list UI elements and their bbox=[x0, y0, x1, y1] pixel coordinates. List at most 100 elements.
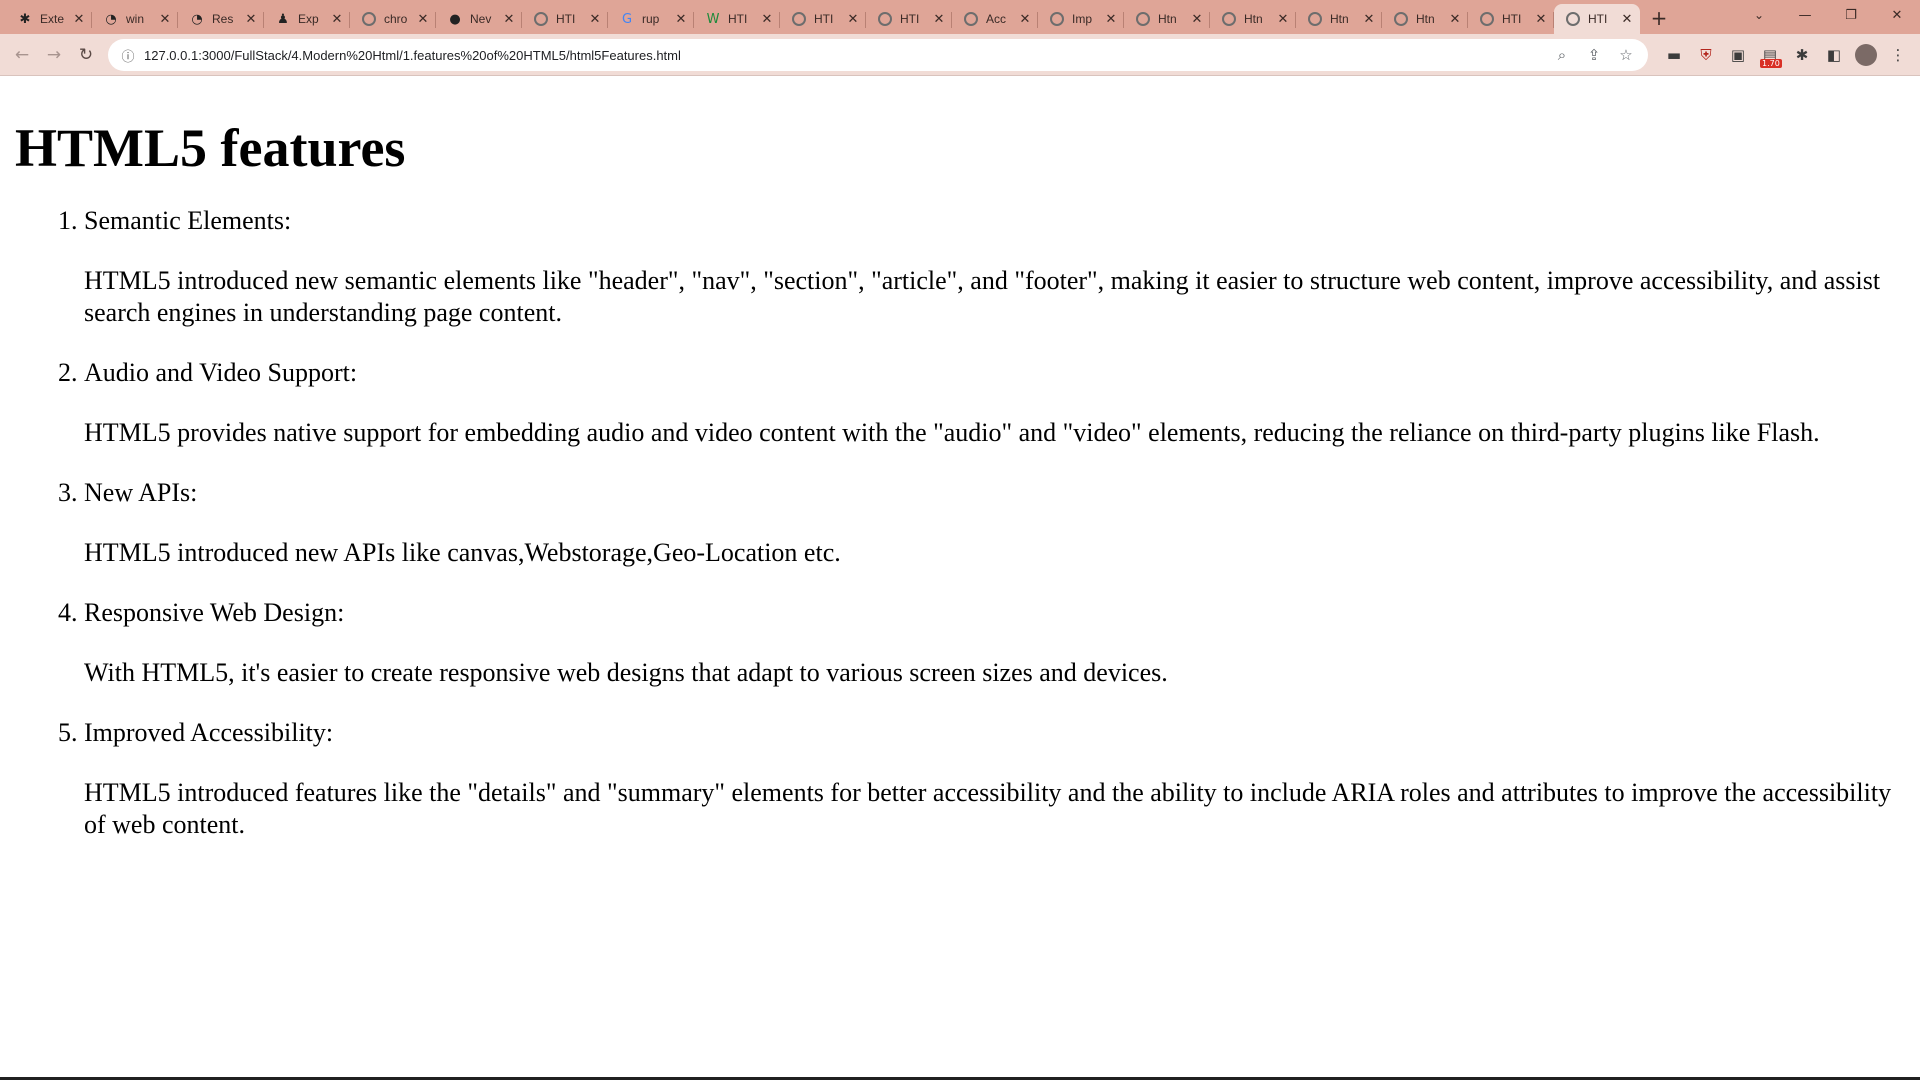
feature-title: Improved Accessibility: bbox=[84, 718, 334, 748]
tab[interactable]: ✱ Exte ✕ bbox=[6, 5, 92, 33]
side-panel-icon[interactable]: ◧ bbox=[1818, 46, 1850, 64]
tab[interactable]: Acc ✕ bbox=[952, 5, 1038, 33]
tab-close-icon[interactable]: ✕ bbox=[760, 12, 774, 27]
tab-close-icon[interactable]: ✕ bbox=[932, 12, 946, 27]
feature-description: With HTML5, it's easier to create respon… bbox=[84, 658, 1168, 688]
tab-title: Nev bbox=[470, 12, 492, 26]
tab[interactable]: W HTI ✕ bbox=[694, 5, 780, 33]
tab-title: Htn bbox=[1330, 12, 1349, 26]
globe-icon bbox=[362, 12, 376, 26]
tab[interactable]: Htn ✕ bbox=[1296, 5, 1382, 33]
tab[interactable]: ♟ Exp ✕ bbox=[264, 5, 350, 33]
tab-close-icon[interactable]: ✕ bbox=[588, 12, 602, 27]
tab[interactable]: Htn ✕ bbox=[1210, 5, 1296, 33]
globe-icon bbox=[792, 12, 806, 26]
list-item: Improved Accessibility: HTML5 introduced… bbox=[84, 717, 1920, 841]
features-list: Semantic Elements: HTML5 introduced new … bbox=[15, 205, 1920, 841]
globe-icon bbox=[1308, 12, 1322, 26]
bookmark-star-icon[interactable]: ☆ bbox=[1610, 46, 1642, 64]
tab[interactable]: Grup ✕ bbox=[608, 5, 694, 33]
tab-title: Htn bbox=[1244, 12, 1263, 26]
extensions-area: ▬ ⛨ ▣ ▤ 1.70 ✱ ◧ ⋮ bbox=[1658, 34, 1914, 76]
extension-keyboard-icon[interactable]: ▬ bbox=[1658, 46, 1690, 64]
tab[interactable]: HTI ✕ bbox=[522, 5, 608, 33]
tab-title: Exp bbox=[298, 12, 319, 26]
list-item: Responsive Web Design: With HTML5, it's … bbox=[84, 597, 1920, 689]
puzzle-icon: ✱ bbox=[19, 11, 31, 27]
tab[interactable]: Htn ✕ bbox=[1124, 5, 1210, 33]
site-info-icon[interactable]: ⓘ bbox=[112, 46, 144, 65]
tab-close-icon[interactable]: ✕ bbox=[1620, 12, 1634, 27]
forward-icon[interactable]: → bbox=[38, 39, 70, 71]
tab[interactable]: HTI ✕ bbox=[1554, 4, 1640, 34]
list-item: Semantic Elements: HTML5 introduced new … bbox=[84, 205, 1920, 329]
extension-badge-icon[interactable]: ▤ 1.70 bbox=[1754, 46, 1786, 68]
tab-close-icon[interactable]: ✕ bbox=[1190, 12, 1204, 27]
tab-title: chro bbox=[384, 12, 408, 26]
profile-avatar[interactable] bbox=[1855, 44, 1877, 66]
menu-dots-icon[interactable]: ⋮ bbox=[1882, 46, 1914, 64]
tab[interactable]: HTI ✕ bbox=[780, 5, 866, 33]
tab-title: rup bbox=[642, 12, 660, 26]
share-icon[interactable]: ⇪ bbox=[1578, 46, 1610, 64]
page-content: HTML5 features Semantic Elements: HTML5 … bbox=[0, 77, 1920, 1077]
tab-close-icon[interactable]: ✕ bbox=[674, 12, 688, 27]
reload-icon[interactable]: ↻ bbox=[70, 39, 102, 71]
tab-close-icon[interactable]: ✕ bbox=[330, 12, 344, 27]
tab-close-icon[interactable]: ✕ bbox=[416, 12, 430, 27]
new-tab-icon[interactable]: + bbox=[1644, 3, 1674, 33]
tab[interactable]: ◔ Res ✕ bbox=[178, 5, 264, 33]
browser-toolbar: ← → ↻ ⓘ 127.0.0.1:3000/FullStack/4.Moder… bbox=[0, 34, 1920, 76]
back-icon[interactable]: ← bbox=[6, 39, 38, 71]
tab-title: HTI bbox=[1502, 12, 1522, 26]
address-bar[interactable]: ⓘ 127.0.0.1:3000/FullStack/4.Modern%20Ht… bbox=[108, 39, 1648, 71]
globe-icon bbox=[964, 12, 978, 26]
tab-close-icon[interactable]: ✕ bbox=[1276, 12, 1290, 27]
feature-title: Semantic Elements: bbox=[84, 206, 292, 236]
address-bar-url[interactable]: 127.0.0.1:3000/FullStack/4.Modern%20Html… bbox=[144, 48, 681, 63]
tab-title: win bbox=[126, 12, 145, 26]
tab-title: HTI bbox=[556, 12, 576, 26]
tab[interactable]: HTI ✕ bbox=[866, 5, 952, 33]
tab-close-icon[interactable]: ✕ bbox=[846, 12, 860, 27]
feature-description: HTML5 introduced new semantic elements l… bbox=[84, 266, 1881, 328]
window-controls: — ❐ ✕ bbox=[1782, 0, 1920, 30]
tab-close-icon[interactable]: ✕ bbox=[1534, 12, 1548, 27]
tab-close-icon[interactable]: ✕ bbox=[158, 12, 172, 27]
tab[interactable]: ◔ win ✕ bbox=[92, 5, 178, 33]
tab-close-icon[interactable]: ✕ bbox=[1362, 12, 1376, 27]
tab-title: Htn bbox=[1416, 12, 1435, 26]
tab-close-icon[interactable]: ✕ bbox=[1448, 12, 1462, 27]
github-icon: ● bbox=[449, 11, 461, 27]
page-title: HTML5 features bbox=[15, 118, 406, 178]
tab-title: HTI bbox=[1588, 12, 1608, 26]
address-bar-actions: ⌕ ⇪ ☆ bbox=[1546, 39, 1642, 71]
tab-title: HTI bbox=[728, 12, 748, 26]
tab[interactable]: Htn ✕ bbox=[1382, 5, 1468, 33]
tab-close-icon[interactable]: ✕ bbox=[244, 12, 258, 27]
globe-icon bbox=[1222, 12, 1236, 26]
tab-title: Exte bbox=[40, 12, 65, 26]
tab-close-icon[interactable]: ✕ bbox=[502, 12, 516, 27]
feature-title: New APIs: bbox=[84, 478, 198, 508]
zoom-icon[interactable]: ⌕ bbox=[1546, 46, 1578, 64]
tab[interactable]: ● Nev ✕ bbox=[436, 5, 522, 33]
tab-close-icon[interactable]: ✕ bbox=[1104, 12, 1118, 27]
tab-list: ✱ Exte ✕ ◔ win ✕ ◔ Res ✕ ♟ Exp ✕ chro ✕ ● Nev ✕ HTI ✕ Grup ✕… bbox=[0, 0, 1674, 34]
tab[interactable]: HTI ✕ bbox=[1468, 5, 1554, 33]
site-icon: ◔ bbox=[105, 11, 117, 27]
extension-shield-icon[interactable]: ⛨ bbox=[1690, 46, 1722, 64]
close-window-icon[interactable]: ✕ bbox=[1874, 0, 1920, 30]
restore-icon[interactable]: ❐ bbox=[1828, 0, 1874, 30]
globe-icon bbox=[1566, 12, 1580, 26]
tab-close-icon[interactable]: ✕ bbox=[1018, 12, 1032, 27]
globe-icon bbox=[534, 12, 548, 26]
tab[interactable]: chro ✕ bbox=[350, 5, 436, 33]
tab-close-icon[interactable]: ✕ bbox=[72, 12, 86, 27]
tab[interactable]: Imp ✕ bbox=[1038, 5, 1124, 33]
feature-description: HTML5 provides native support for embedd… bbox=[84, 418, 1820, 448]
minimize-icon[interactable]: — bbox=[1782, 0, 1828, 30]
extension-window-icon[interactable]: ▣ bbox=[1722, 46, 1754, 64]
extensions-puzzle-icon[interactable]: ✱ bbox=[1786, 46, 1818, 64]
tab-search-icon[interactable]: ⌄ bbox=[1748, 4, 1770, 26]
